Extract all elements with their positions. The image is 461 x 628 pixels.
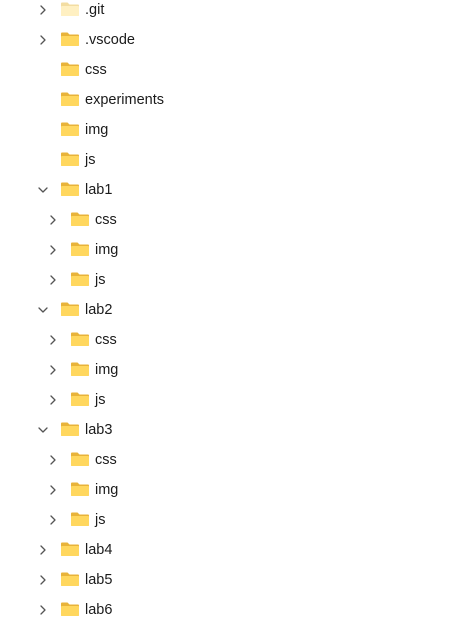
tree-row-experiments[interactable]: experiments bbox=[0, 85, 461, 115]
folder-icon bbox=[60, 571, 80, 587]
chevron-right-icon[interactable] bbox=[45, 392, 61, 408]
chevron-right-icon[interactable] bbox=[45, 242, 61, 258]
tree-row-css[interactable]: css bbox=[0, 325, 461, 355]
chevron-right-icon[interactable] bbox=[35, 32, 51, 48]
chevron-right-icon[interactable] bbox=[45, 482, 61, 498]
tree-row-git[interactable]: .git bbox=[0, 0, 461, 25]
tree-row-lab6[interactable]: lab6 bbox=[0, 595, 461, 625]
chevron-right-icon[interactable] bbox=[35, 2, 51, 18]
chevron-down-icon[interactable] bbox=[35, 422, 51, 438]
chevron-right-icon[interactable] bbox=[45, 452, 61, 468]
chevron-right-icon[interactable] bbox=[45, 272, 61, 288]
tree-row-js[interactable]: js bbox=[0, 145, 461, 175]
folder-icon bbox=[70, 361, 90, 377]
folder-label: css bbox=[95, 452, 117, 468]
folder-icon bbox=[60, 1, 80, 17]
folder-icon bbox=[70, 211, 90, 227]
folder-label: .git bbox=[85, 2, 105, 18]
folder-label: lab4 bbox=[85, 542, 113, 558]
folder-label: css bbox=[95, 332, 117, 348]
folder-label: img bbox=[95, 362, 119, 378]
folder-icon bbox=[60, 31, 80, 47]
folder-label: lab1 bbox=[85, 182, 113, 198]
chevron-down-icon[interactable] bbox=[35, 182, 51, 198]
folder-label: img bbox=[95, 482, 119, 498]
tree-row-lab4[interactable]: lab4 bbox=[0, 535, 461, 565]
folder-tree: .git .vscode css experiments img js lab1 css img… bbox=[0, 0, 461, 628]
folder-icon bbox=[70, 241, 90, 257]
chevron-right-icon[interactable] bbox=[35, 602, 51, 618]
folder-label: img bbox=[95, 242, 119, 258]
folder-icon bbox=[60, 601, 80, 617]
tree-row-js[interactable]: js bbox=[0, 265, 461, 295]
chevron-right-icon[interactable] bbox=[45, 332, 61, 348]
tree-row-js[interactable]: js bbox=[0, 505, 461, 535]
folder-icon bbox=[70, 331, 90, 347]
chevron-right-icon[interactable] bbox=[35, 572, 51, 588]
chevron-right-icon[interactable] bbox=[35, 542, 51, 558]
tree-row-lab2[interactable]: lab2 bbox=[0, 295, 461, 325]
tree-row-lab1[interactable]: lab1 bbox=[0, 175, 461, 205]
folder-icon bbox=[60, 421, 80, 437]
folder-label: lab5 bbox=[85, 572, 113, 588]
folder-label: css bbox=[85, 62, 107, 78]
folder-icon bbox=[60, 91, 80, 107]
folder-icon bbox=[70, 451, 90, 467]
tree-row-img[interactable]: img bbox=[0, 235, 461, 265]
tree-row-lab5[interactable]: lab5 bbox=[0, 565, 461, 595]
tree-row-js[interactable]: js bbox=[0, 385, 461, 415]
folder-icon bbox=[60, 121, 80, 137]
folder-icon bbox=[70, 271, 90, 287]
folder-label: css bbox=[95, 212, 117, 228]
tree-row-img[interactable]: img bbox=[0, 115, 461, 145]
folder-label: .vscode bbox=[85, 32, 135, 48]
folder-label: js bbox=[95, 392, 106, 408]
tree-row-img[interactable]: img bbox=[0, 355, 461, 385]
folder-icon bbox=[60, 181, 80, 197]
folder-icon bbox=[70, 511, 90, 527]
tree-row-css[interactable]: css bbox=[0, 55, 461, 85]
folder-label: js bbox=[95, 272, 106, 288]
chevron-right-icon[interactable] bbox=[45, 512, 61, 528]
folder-label: lab2 bbox=[85, 302, 113, 318]
folder-icon bbox=[60, 151, 80, 167]
folder-label: lab3 bbox=[85, 422, 113, 438]
folder-label: js bbox=[95, 512, 106, 528]
folder-label: experiments bbox=[85, 92, 164, 108]
tree-row-css[interactable]: css bbox=[0, 445, 461, 475]
tree-row-lab3[interactable]: lab3 bbox=[0, 415, 461, 445]
chevron-right-icon[interactable] bbox=[45, 212, 61, 228]
folder-icon bbox=[60, 541, 80, 557]
folder-label: lab6 bbox=[85, 602, 113, 618]
folder-icon bbox=[70, 391, 90, 407]
folder-icon bbox=[70, 481, 90, 497]
folder-label: img bbox=[85, 122, 109, 138]
tree-row-vscode[interactable]: .vscode bbox=[0, 25, 461, 55]
tree-row-css[interactable]: css bbox=[0, 205, 461, 235]
folder-label: js bbox=[85, 152, 96, 168]
chevron-right-icon[interactable] bbox=[45, 362, 61, 378]
folder-icon bbox=[60, 301, 80, 317]
folder-icon bbox=[60, 61, 80, 77]
tree-row-img[interactable]: img bbox=[0, 475, 461, 505]
chevron-down-icon[interactable] bbox=[35, 302, 51, 318]
